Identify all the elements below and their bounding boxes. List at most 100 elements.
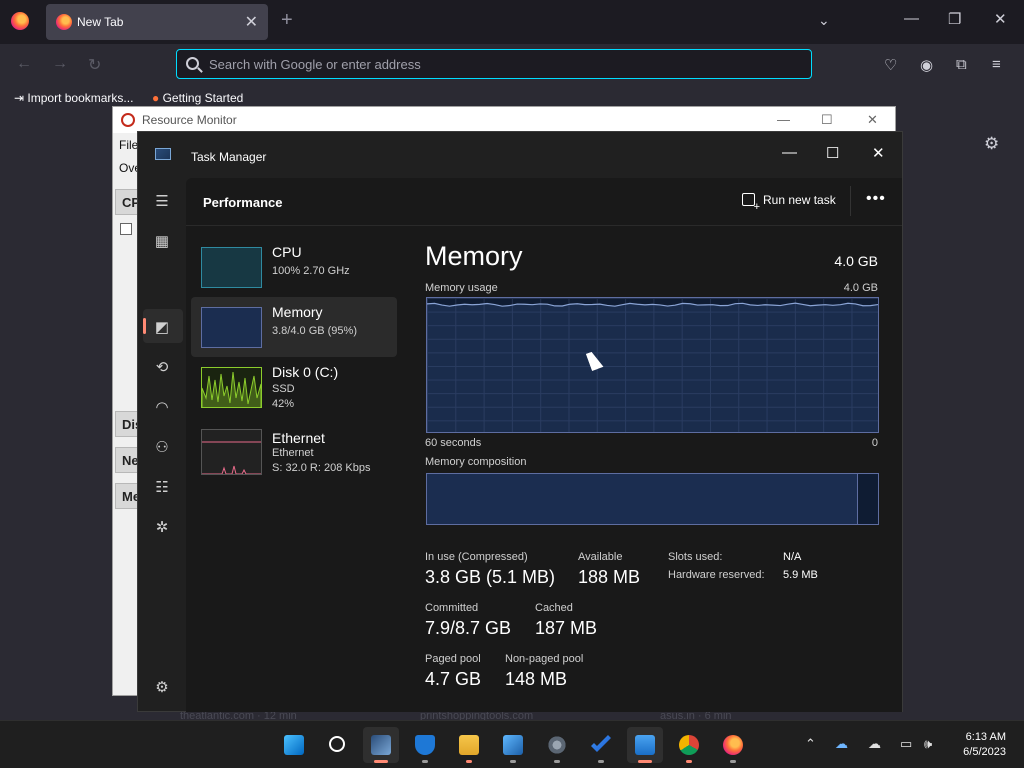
system-clock[interactable]: 6:13 AM 6/5/2023 [950, 730, 1006, 760]
running-indicator [510, 760, 516, 763]
perf-item-memory[interactable]: Memory 3.8/4.0 GB (95%) [191, 297, 397, 357]
rm-menu-file[interactable]: File [119, 138, 138, 152]
taskbar-todo[interactable] [583, 727, 619, 763]
perf-item-name: Ethernet [272, 430, 325, 446]
stat-paged-pool: Paged pool 4.7 GB [425, 653, 481, 690]
taskbar-chrome[interactable] [671, 727, 707, 763]
rm-section-network[interactable]: Net [115, 447, 143, 473]
stat-label: Cached [535, 602, 573, 614]
hamburger-menu-icon[interactable]: ☰ [153, 192, 171, 210]
nav-selection-indicator [143, 318, 146, 334]
details-icon[interactable]: ☷ [153, 478, 171, 496]
onedrive-cloud-icon[interactable]: ☁ [835, 736, 848, 752]
perf-item-name: CPU [272, 244, 302, 260]
services-icon[interactable]: ✲ [153, 518, 171, 536]
network-icon[interactable]: ▭ [900, 736, 912, 752]
browser-toolbar: ← → ↻ ♡ ◉ ⧉ ≡ [0, 44, 1024, 86]
show-hidden-icons-chevron[interactable]: ⌃ [805, 736, 816, 752]
performance-icon[interactable]: ◩ [153, 318, 171, 336]
page-title: Performance [203, 195, 283, 210]
hardware-reserved-label: Hardware reserved: [668, 569, 765, 581]
disk-mini-graph [201, 367, 262, 408]
startup-apps-icon[interactable]: ◠ [153, 398, 171, 416]
app-menu-icon[interactable]: ≡ [992, 56, 1001, 73]
perf-item-name: Memory [272, 304, 323, 320]
volume-icon[interactable]: 🕪 [924, 736, 932, 752]
pane-header: Performance Run new task ••• [186, 178, 902, 226]
reload-icon[interactable]: ↻ [88, 55, 101, 75]
hardware-reserved-value: 5.9 MB [783, 569, 818, 581]
start-button[interactable] [276, 727, 312, 763]
forward-icon[interactable]: → [52, 55, 68, 73]
tab-title: New Tab [77, 15, 124, 29]
firefox-bookmark-icon: ● [152, 91, 160, 105]
running-indicator [598, 760, 604, 763]
getting-started-link[interactable]: ● Getting Started [152, 91, 243, 105]
pocket-icon[interactable]: ♡ [884, 56, 897, 74]
composition-label: Memory composition [425, 456, 527, 468]
extensions-icon[interactable]: ⧉ [956, 56, 967, 73]
chrome-icon [679, 735, 699, 755]
more-options-button[interactable]: ••• [866, 190, 886, 208]
taskbar-mail[interactable] [627, 727, 663, 763]
rm-close-icon[interactable]: ✕ [867, 112, 878, 128]
perf-item-disk[interactable]: Disk 0 (C:) SSD 42% [191, 357, 397, 417]
folder-icon [459, 735, 479, 755]
close-browser-icon[interactable]: ✕ [994, 10, 1007, 28]
users-icon[interactable]: ⚇ [153, 438, 171, 456]
taskbar-photos[interactable] [495, 727, 531, 763]
list-all-tabs-icon[interactable]: ⌄ [818, 12, 830, 29]
perf-item-cpu[interactable]: CPU 100% 2.70 GHz [191, 237, 397, 297]
rm-checkbox[interactable] [120, 223, 132, 235]
back-icon[interactable]: ← [16, 55, 32, 73]
run-new-task-button[interactable]: Run new task [742, 193, 836, 213]
rm-minimize-icon[interactable]: — [777, 112, 790, 127]
tm-minimize-icon[interactable]: — [782, 144, 797, 161]
tab-new-tab[interactable]: New Tab ✕ [46, 4, 268, 40]
rm-maximize-icon[interactable]: ☐ [821, 112, 833, 128]
mail-icon [635, 735, 655, 755]
taskbar-file-explorer[interactable] [451, 727, 487, 763]
search-button[interactable] [320, 727, 356, 763]
perf-item-detail: 100% 2.70 GHz [272, 265, 350, 277]
minimize-browser-icon[interactable]: — [904, 10, 919, 27]
restore-browser-icon[interactable]: ❐ [948, 10, 961, 28]
slots-used-value: N/A [783, 551, 802, 563]
firefox-icon[interactable] [11, 12, 29, 30]
perf-item-ethernet[interactable]: Ethernet Ethernet S: 32.0 R: 208 Kbps [191, 423, 397, 483]
stat-cached: Cached 187 MB [535, 602, 597, 639]
tm-maximize-icon[interactable]: ☐ [826, 144, 839, 162]
memory-detail: Memory 4.0 GB Memory usage 4.0 GB 60 sec… [425, 227, 895, 707]
rm-section-disk[interactable]: Disk [115, 411, 149, 437]
ethernet-mini-graph [201, 429, 262, 475]
windows-taskbar: ⌃ ☁ ☁ ▭ 🕪 6:13 AM 6/5/2023 [0, 720, 1024, 768]
composition-in-use [427, 474, 858, 524]
close-tab-icon[interactable]: ✕ [245, 12, 258, 32]
taskbar-defender[interactable] [407, 727, 443, 763]
stat-value: 188 MB [578, 567, 641, 587]
taskbar-task-manager[interactable] [363, 727, 399, 763]
customize-newtab-gear-icon[interactable]: ⚙ [984, 134, 999, 154]
memory-usage-line [427, 302, 878, 432]
settings-gear-icon[interactable]: ⚙ [153, 678, 171, 696]
stat-label: Available [578, 551, 623, 563]
account-icon[interactable]: ◉ [920, 56, 933, 74]
resource-monitor-title: Resource Monitor [142, 113, 237, 127]
stat-value: 148 MB [505, 669, 568, 689]
import-bookmarks-link[interactable]: ⇥ Import bookmarks... [14, 91, 133, 105]
app-history-icon[interactable]: ⟲ [153, 358, 171, 376]
stat-non-paged-pool: Non-paged pool 148 MB [505, 653, 583, 690]
new-tab-button[interactable]: + [281, 10, 293, 30]
address-input[interactable] [209, 55, 789, 73]
firefox-taskbar-icon [723, 735, 743, 755]
rm-section-memory[interactable]: Mem [115, 483, 152, 509]
tm-close-icon[interactable]: ✕ [872, 144, 885, 162]
slots-used-label: Slots used: [668, 551, 723, 563]
address-bar[interactable] [176, 49, 812, 79]
onedrive-offline-icon[interactable]: ☁ [868, 736, 881, 752]
rm-section-cpu[interactable]: CPU [115, 189, 149, 215]
taskbar-firefox[interactable] [715, 727, 751, 763]
taskbar-settings[interactable] [539, 727, 575, 763]
browser-tabstrip: New Tab ✕ + ⌄ — ❐ ✕ [0, 0, 1024, 44]
processes-icon[interactable]: ▦ [153, 232, 171, 250]
